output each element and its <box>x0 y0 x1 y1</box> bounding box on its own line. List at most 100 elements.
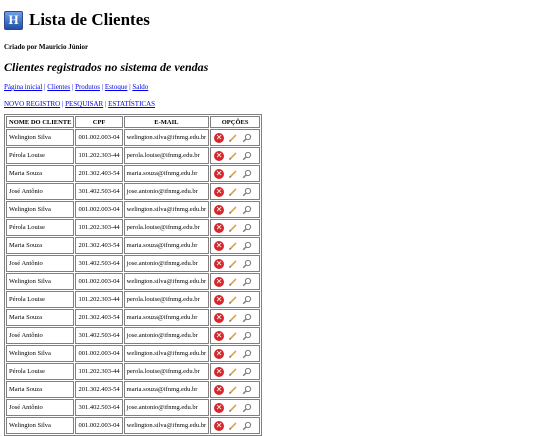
cell-options: ✕ <box>210 327 261 344</box>
view-magnifier-icon[interactable] <box>242 295 256 304</box>
table-row: Welington Silva 001.002.003-04 welington.s… <box>6 129 261 146</box>
table-row: José Antônio 301.402.503-64 jose.antonio@i… <box>6 255 261 272</box>
cell-cpf: 301.402.503-64 <box>75 183 123 200</box>
delete-icon[interactable]: ✕ <box>214 366 225 377</box>
delete-icon[interactable]: ✕ <box>214 402 225 413</box>
delete-icon[interactable]: ✕ <box>214 204 225 215</box>
view-magnifier-icon[interactable] <box>242 151 256 160</box>
delete-icon[interactable]: ✕ <box>214 330 225 341</box>
view-magnifier-icon[interactable] <box>242 277 256 286</box>
edit-pencil-icon[interactable] <box>228 331 242 340</box>
edit-pencil-icon[interactable] <box>228 187 242 196</box>
edit-pencil-icon[interactable] <box>228 169 242 178</box>
nav-link-5[interactable]: Saldo <box>132 83 148 91</box>
cell-options: ✕ <box>210 201 261 218</box>
cell-name: Welington Silva <box>6 417 75 434</box>
cell-name: Pérola Louise <box>6 219 75 236</box>
delete-icon[interactable]: ✕ <box>214 312 225 323</box>
delete-icon[interactable]: ✕ <box>214 384 225 395</box>
cell-options: ✕ <box>210 345 261 362</box>
nav-link-1[interactable]: Página inicial <box>4 83 42 91</box>
cell-name: Welington Silva <box>6 201 75 218</box>
cell-email: perola.louise@ifnmg.edu.br <box>123 363 210 380</box>
cell-options: ✕ <box>210 237 261 254</box>
table-body: Welington Silva 001.002.003-04 welington.s… <box>6 129 261 434</box>
edit-pencil-icon[interactable] <box>228 205 242 214</box>
cell-email: maria.souza@ifnmg.edu.br <box>123 237 210 254</box>
edit-pencil-icon[interactable] <box>228 349 242 358</box>
delete-icon[interactable]: ✕ <box>214 150 225 161</box>
cell-cpf: 001.002.003-04 <box>75 345 123 362</box>
view-magnifier-icon[interactable] <box>242 403 256 412</box>
cell-name: José Antônio <box>6 183 75 200</box>
delete-icon[interactable]: ✕ <box>214 420 225 431</box>
view-magnifier-icon[interactable] <box>242 259 256 268</box>
edit-pencil-icon[interactable] <box>228 223 242 232</box>
edit-pencil-icon[interactable] <box>228 241 242 250</box>
cell-email: welington.silva@ifnmg.edu.br <box>123 129 210 146</box>
cell-cpf: 301.402.503-64 <box>75 327 123 344</box>
view-magnifier-icon[interactable] <box>242 313 256 322</box>
view-magnifier-icon[interactable] <box>242 421 256 430</box>
view-magnifier-icon[interactable] <box>242 187 256 196</box>
delete-icon[interactable]: ✕ <box>214 276 225 287</box>
edit-pencil-icon[interactable] <box>228 421 242 430</box>
cell-email: jose.antonio@ifnmg.edu.br <box>123 255 210 272</box>
cell-cpf: 001.002.003-04 <box>75 273 123 290</box>
cell-name: Maria Souza <box>6 309 75 326</box>
header-email: E-MAIL <box>123 116 210 128</box>
edit-pencil-icon[interactable] <box>228 367 242 376</box>
logo-icon: H <box>4 10 23 30</box>
view-magnifier-icon[interactable] <box>242 133 256 142</box>
cell-name: Maria Souza <box>6 237 75 254</box>
edit-pencil-icon[interactable] <box>228 151 242 160</box>
delete-icon[interactable]: ✕ <box>214 258 225 269</box>
cell-options: ✕ <box>210 363 261 380</box>
cell-options: ✕ <box>210 273 261 290</box>
delete-icon[interactable]: ✕ <box>214 186 225 197</box>
delete-icon[interactable]: ✕ <box>214 348 225 359</box>
view-magnifier-icon[interactable] <box>242 241 256 250</box>
action-link-2[interactable]: PESQUISAR <box>65 100 103 108</box>
view-magnifier-icon[interactable] <box>242 223 256 232</box>
byline: Criado por Mauricio Júnior <box>4 43 89 51</box>
cell-name: Pérola Louise <box>6 291 75 308</box>
nav-link-3[interactable]: Produtos <box>75 83 100 91</box>
view-magnifier-icon[interactable] <box>242 331 256 340</box>
cell-options: ✕ <box>210 399 261 416</box>
table-row: Maria Souza 201.302.403-54 maria.souza@ifn… <box>6 381 261 398</box>
cell-cpf: 301.402.503-64 <box>75 255 123 272</box>
delete-icon[interactable]: ✕ <box>214 240 225 251</box>
view-magnifier-icon[interactable] <box>242 367 256 376</box>
nav-link-4[interactable]: Estoque <box>105 83 128 91</box>
cell-email: welington.silva@ifnmg.edu.br <box>123 201 210 218</box>
table-row: Welington Silva 001.002.003-04 welington.s… <box>6 273 261 290</box>
delete-icon[interactable]: ✕ <box>214 222 225 233</box>
table-row: Pérola Louise 101.202.303-44 perola.louise… <box>6 219 261 236</box>
edit-pencil-icon[interactable] <box>228 259 242 268</box>
view-magnifier-icon[interactable] <box>242 385 256 394</box>
delete-icon[interactable]: ✕ <box>214 168 225 179</box>
edit-pencil-icon[interactable] <box>228 295 242 304</box>
cell-email: jose.antonio@ifnmg.edu.br <box>123 183 210 200</box>
header: H Lista de Clientes <box>4 8 540 32</box>
edit-pencil-icon[interactable] <box>228 385 242 394</box>
edit-pencil-icon[interactable] <box>228 313 242 322</box>
delete-icon[interactable]: ✕ <box>214 132 225 143</box>
nav-link-2[interactable]: Clientes <box>47 83 70 91</box>
cell-options: ✕ <box>210 417 261 434</box>
action-link-3[interactable]: ESTATÍSTICAS <box>108 100 155 108</box>
cell-name: José Antônio <box>6 255 75 272</box>
delete-icon[interactable]: ✕ <box>214 294 225 305</box>
action-link-1[interactable]: NOVO REGISTRO <box>4 100 60 108</box>
page-subtitle: Clientes registrados no sistema de venda… <box>4 60 209 74</box>
view-magnifier-icon[interactable] <box>242 349 256 358</box>
cell-email: welington.silva@ifnmg.edu.br <box>123 417 210 434</box>
edit-pencil-icon[interactable] <box>228 277 242 286</box>
edit-pencil-icon[interactable] <box>228 133 242 142</box>
view-magnifier-icon[interactable] <box>242 169 256 178</box>
edit-pencil-icon[interactable] <box>228 403 242 412</box>
table-row: Welington Silva 001.002.003-04 welington.s… <box>6 201 261 218</box>
view-magnifier-icon[interactable] <box>242 205 256 214</box>
cell-cpf: 101.202.303-44 <box>75 363 123 380</box>
